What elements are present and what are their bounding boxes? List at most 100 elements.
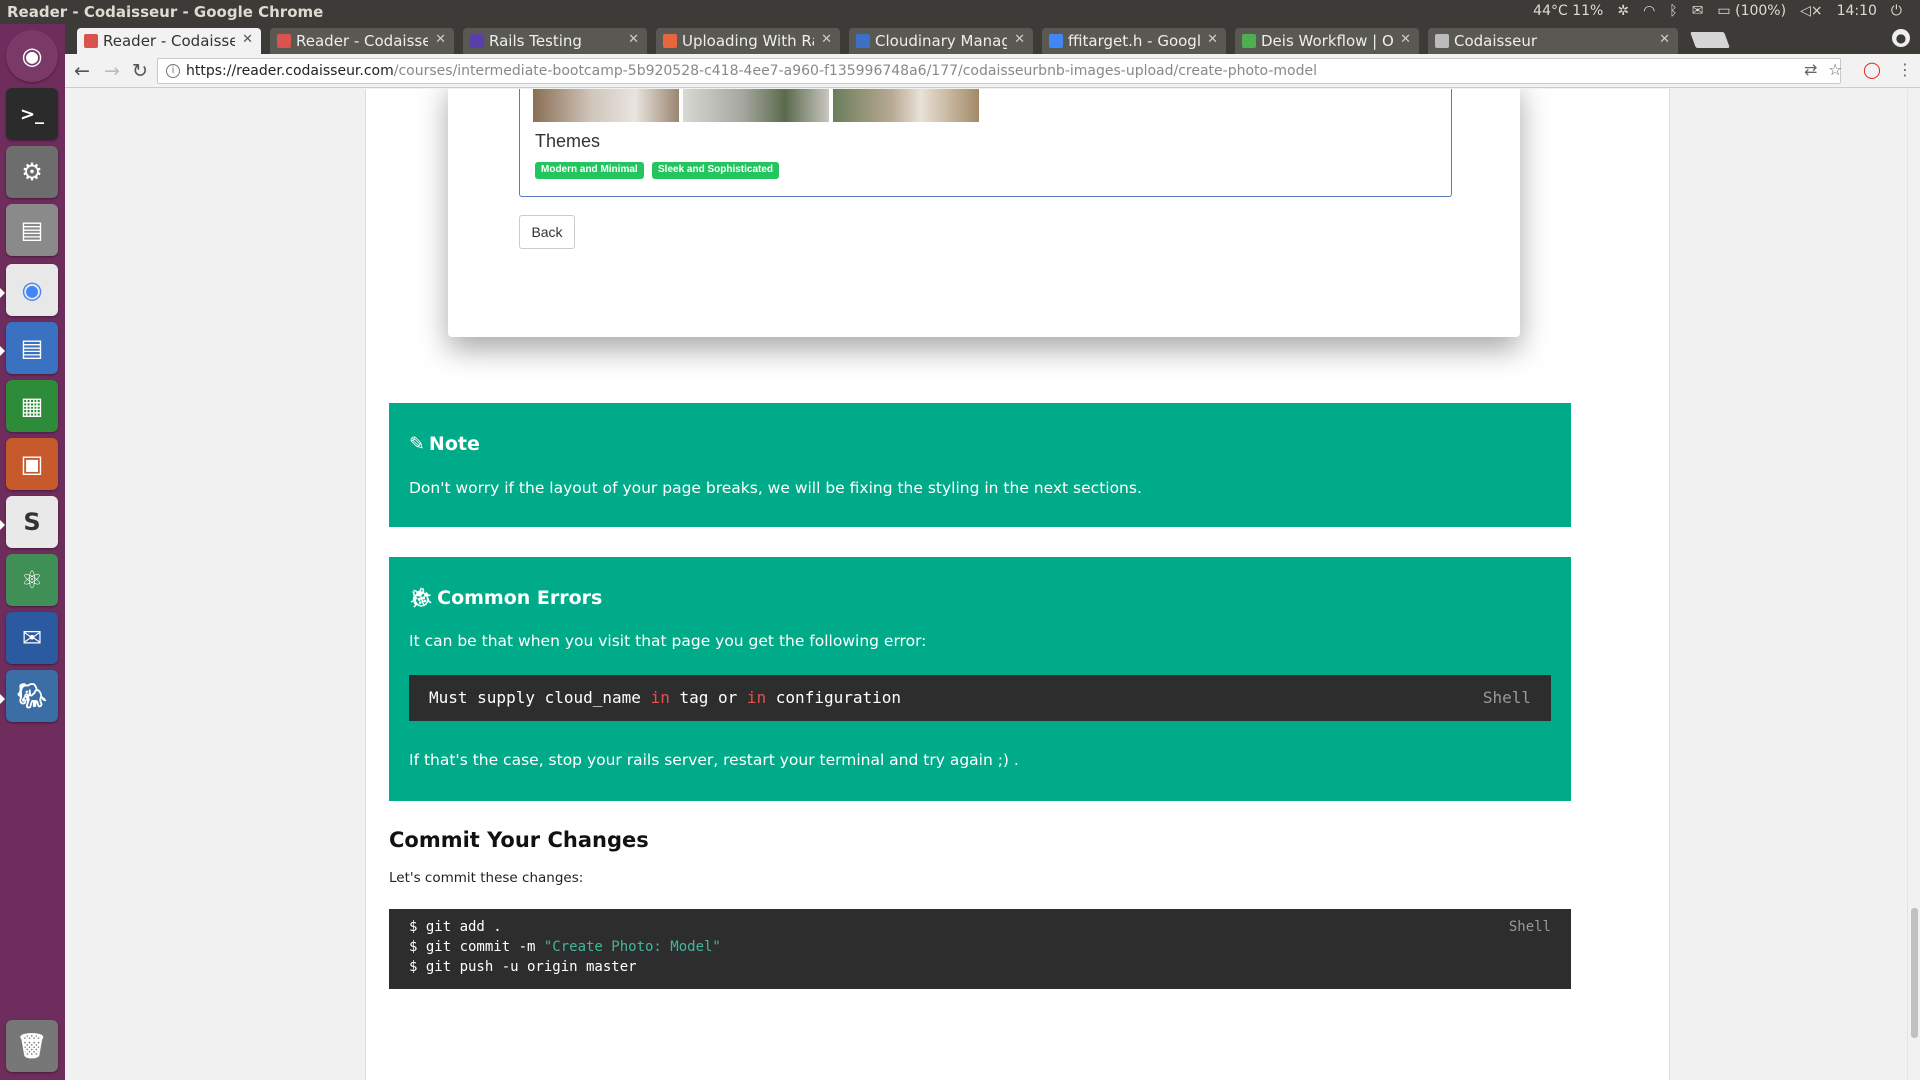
commit-text: Let's commit these changes: bbox=[389, 870, 584, 886]
errors-outro: If that's the case, stop your rails serv… bbox=[409, 751, 1019, 769]
writer-icon[interactable]: ▤ bbox=[6, 322, 58, 374]
bluetooth-icon[interactable]: ᛒ bbox=[1669, 3, 1677, 19]
system-settings-icon[interactable]: ⚙ bbox=[6, 146, 58, 198]
chrome-menu-icon[interactable]: ⋮ bbox=[1897, 60, 1913, 79]
impress-icon[interactable]: ▣ bbox=[6, 438, 58, 490]
chrome-running-indicator bbox=[0, 288, 5, 298]
url-path: /courses/intermediate-bootcamp-5b920528-… bbox=[393, 63, 1317, 79]
code-language-label: Shell bbox=[1508, 919, 1551, 935]
new-tab-button[interactable] bbox=[1690, 32, 1730, 48]
atom-icon[interactable]: ⚛ bbox=[6, 554, 58, 606]
errors-intro: It can be that when you visit that page … bbox=[409, 632, 927, 650]
window-title: Reader - Codaisseur - Google Chrome bbox=[7, 3, 324, 21]
back-arrow-icon[interactable]: ← bbox=[71, 60, 93, 82]
deis-favicon-icon bbox=[1242, 34, 1256, 48]
code-text: $ git commit -m bbox=[409, 939, 544, 955]
tab-reader-codaisseur-1[interactable]: Reader - Codaisseur ✕ bbox=[77, 28, 261, 54]
plus-favicon-icon bbox=[663, 34, 677, 48]
themes-heading: Themes bbox=[535, 131, 601, 151]
note-callout: ✎ Note Don't worry if the layout of your… bbox=[389, 403, 1571, 527]
close-tab-icon[interactable]: ✕ bbox=[242, 32, 253, 47]
tab-reader-codaisseur-2[interactable]: Reader - Codaisseur ✕ bbox=[270, 28, 454, 54]
writer-running-indicator bbox=[0, 346, 5, 356]
errors-title: Common Errors bbox=[437, 586, 603, 609]
back-button[interactable]: Back bbox=[519, 215, 575, 249]
temperature-indicator[interactable]: 44°C 11% bbox=[1533, 3, 1603, 19]
bookmark-star-icon[interactable]: ☆ bbox=[1828, 60, 1842, 79]
thunderbird-icon[interactable]: ✉ bbox=[6, 612, 58, 664]
power-icon[interactable]: ⏻ bbox=[1891, 3, 1902, 19]
example-screenshot-card: Themes Modern and Minimal Sleek and Soph… bbox=[448, 89, 1520, 337]
battery-indicator[interactable]: ▭ (100%) bbox=[1717, 3, 1786, 19]
code-language-label: Shell bbox=[1482, 688, 1531, 707]
code-text: configuration bbox=[766, 688, 902, 707]
code-line: $ git push -u origin master bbox=[409, 959, 637, 975]
mail-icon[interactable]: ✉ bbox=[1692, 3, 1704, 19]
calc-icon[interactable]: ▦ bbox=[6, 380, 58, 432]
codaisseur-favicon-icon bbox=[277, 34, 291, 48]
tab-codaisseur[interactable]: Codaisseur ✕ bbox=[1428, 28, 1678, 54]
close-tab-icon[interactable]: ✕ bbox=[821, 32, 832, 47]
trash-icon[interactable]: 🗑︎ bbox=[6, 1020, 58, 1072]
url-host: https://reader.codaisseur.com bbox=[186, 63, 394, 79]
profile-icon[interactable]: ● bbox=[1892, 29, 1910, 47]
chrome-icon[interactable]: ◉ bbox=[6, 264, 58, 316]
translate-icon[interactable]: ⇄ bbox=[1804, 60, 1817, 79]
clock[interactable]: 14:10 bbox=[1837, 3, 1877, 19]
forward-arrow-icon[interactable]: → bbox=[101, 60, 123, 82]
address-bar[interactable]: i https://reader.codaisseur.com/courses/… bbox=[157, 58, 1841, 84]
error-code-block: Must supply cloud_name in tag or in conf… bbox=[409, 675, 1551, 721]
scrollbar-thumb[interactable] bbox=[1911, 908, 1918, 1038]
room-photo-2 bbox=[683, 89, 829, 122]
close-tab-icon[interactable]: ✕ bbox=[628, 32, 639, 47]
settings-icon[interactable]: ✲ bbox=[1617, 3, 1629, 19]
code-text: tag or bbox=[669, 688, 747, 707]
errors-callout: 🐞︎ Common Errors It can be that when you… bbox=[389, 557, 1571, 801]
close-tab-icon[interactable]: ✕ bbox=[1400, 32, 1411, 47]
tab-deis-workflow[interactable]: Deis Workflow | Open ✕ bbox=[1235, 28, 1419, 54]
tab-ffitarget-google[interactable]: ffitarget.h - Google ✕ bbox=[1042, 28, 1226, 54]
pgadmin-icon[interactable]: 🐘︎ bbox=[6, 670, 58, 722]
info-icon[interactable]: i bbox=[166, 64, 180, 78]
theme-tag-modern: Modern and Minimal bbox=[535, 162, 644, 179]
chrome-tab-strip: Reader - Codaisseur ✕ Reader - Codaisseu… bbox=[65, 24, 1920, 54]
files-icon[interactable]: ▤ bbox=[6, 204, 58, 256]
reload-icon[interactable]: ↻ bbox=[129, 60, 151, 82]
system-top-bar: Reader - Codaisseur - Google Chrome 44°C… bbox=[0, 0, 1920, 24]
code-keyword: in bbox=[650, 688, 670, 707]
slack-running-indicator bbox=[0, 520, 5, 530]
code-line: $ git commit -m "Create Photo: Model" bbox=[409, 937, 1571, 957]
close-tab-icon[interactable]: ✕ bbox=[435, 32, 446, 47]
tab-uploading-with-rails[interactable]: Uploading With Rails ✕ bbox=[656, 28, 840, 54]
pgadmin-running-indicator bbox=[0, 694, 5, 704]
google-favicon-icon bbox=[1049, 34, 1063, 48]
wifi-icon[interactable]: ◠ bbox=[1643, 3, 1655, 19]
battery-text: (100%) bbox=[1735, 3, 1787, 19]
note-text: Don't worry if the layout of your page b… bbox=[409, 479, 1142, 497]
dash-icon[interactable]: ◉ bbox=[6, 30, 58, 82]
close-tab-icon[interactable]: ✕ bbox=[1659, 32, 1670, 47]
code-text: Must supply cloud_name bbox=[429, 688, 651, 707]
cloud-favicon-icon bbox=[856, 34, 870, 48]
unity-launcher: ◉ >_ ⚙ ▤ ◉ ▤ ▦ ▣ S ⚛ ✉ 🐘︎ 🗑︎ bbox=[0, 24, 65, 1080]
errors-heading: 🐞︎ Common Errors bbox=[409, 586, 603, 610]
page-scrollbar[interactable] bbox=[1907, 89, 1920, 1080]
page-favicon-icon bbox=[1435, 34, 1449, 48]
room-photo-3 bbox=[833, 89, 979, 122]
close-tab-icon[interactable]: ✕ bbox=[1207, 32, 1218, 47]
lesson-page: Themes Modern and Minimal Sleek and Soph… bbox=[365, 89, 1670, 1080]
page-viewport: Themes Modern and Minimal Sleek and Soph… bbox=[65, 89, 1920, 1080]
code-string: "Create Photo: Model" bbox=[543, 939, 721, 955]
opera-extension-icon[interactable]: ◯ bbox=[1863, 60, 1881, 79]
slack-icon[interactable]: S bbox=[6, 496, 58, 548]
tab-cloudinary[interactable]: Cloudinary Management ✕ bbox=[849, 28, 1033, 54]
close-tab-icon[interactable]: ✕ bbox=[1014, 32, 1025, 47]
tab-rails-testing[interactable]: Rails Testing ✕ bbox=[463, 28, 647, 54]
browser-toolbar: ← → ↻ i https://reader.codaisseur.com/co… bbox=[65, 54, 1920, 88]
room-photo-1 bbox=[533, 89, 679, 122]
volume-icon[interactable]: ◁× bbox=[1800, 3, 1823, 19]
system-tray: 44°C 11% ✲ ◠ ᛒ ✉ ▭ (100%) ◁× 14:10 ⏻ bbox=[1533, 3, 1902, 19]
note-title: Note bbox=[428, 433, 480, 455]
codaisseur-favicon-icon bbox=[84, 34, 98, 48]
terminal-icon[interactable]: >_ bbox=[6, 88, 58, 140]
